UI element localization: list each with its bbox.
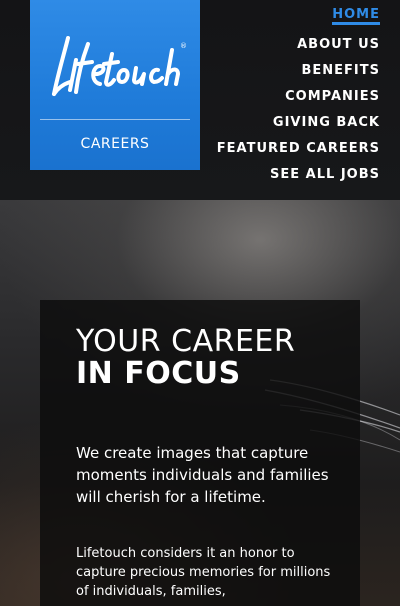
hero-lead-text: We create images that capture moments in… <box>76 444 329 506</box>
nav-item-home[interactable]: HOME <box>332 6 380 25</box>
hero-title: YOUR CAREER IN FOCUS <box>76 326 295 390</box>
logo-subtitle: CAREERS <box>80 136 150 152</box>
hero-title-line1: YOUR CAREER <box>76 324 296 359</box>
nav-item-benefits[interactable]: BENEFITS <box>302 58 381 84</box>
main-nav: HOME ABOUT US BENEFITS COMPANIES GIVING … <box>217 6 380 188</box>
hero-title-line2: IN FOCUS <box>76 356 241 391</box>
nav-item-giving-back[interactable]: GIVING BACK <box>273 110 380 136</box>
hero-body-text: Lifetouch considers it an honor to captu… <box>76 546 331 599</box>
lifetouch-careers-logo[interactable]: ® CAREERS <box>30 0 200 170</box>
hero-content-panel: YOUR CAREER IN FOCUS We create images th… <box>40 300 360 606</box>
lifetouch-logo-icon: ® <box>52 36 187 96</box>
svg-text:®: ® <box>180 42 187 50</box>
page: ® CAREERS HOME ABOUT US BENEFITS COMPANI… <box>0 0 400 606</box>
nav-item-companies[interactable]: COMPANIES <box>285 84 380 110</box>
site-header: ® CAREERS HOME ABOUT US BENEFITS COMPANI… <box>0 0 400 200</box>
nav-item-about-us[interactable]: ABOUT US <box>297 32 380 58</box>
logo-divider <box>40 119 190 120</box>
nav-item-see-all-jobs[interactable]: SEE ALL JOBS <box>270 162 380 188</box>
nav-item-featured-careers[interactable]: FEATURED CAREERS <box>217 136 380 162</box>
